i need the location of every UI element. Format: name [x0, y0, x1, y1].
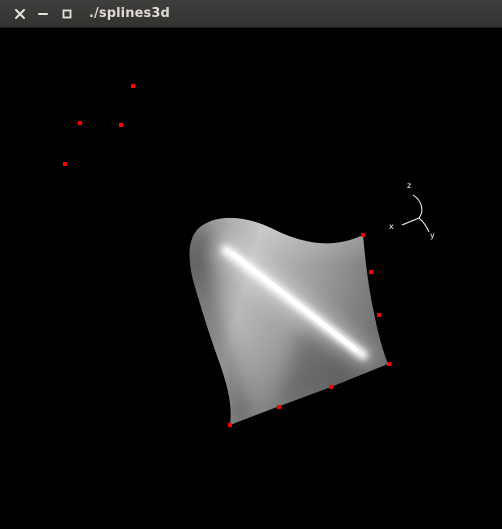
control-point[interactable]: [78, 121, 82, 125]
control-point[interactable]: [369, 270, 373, 274]
control-point[interactable]: [131, 84, 135, 88]
maximize-button[interactable]: [58, 5, 76, 23]
control-point[interactable]: [228, 423, 232, 427]
close-icon: [15, 9, 25, 19]
minimize-icon: [38, 13, 48, 15]
maximize-icon: [62, 9, 72, 19]
control-point[interactable]: [119, 123, 123, 127]
axis-label-z: z: [407, 181, 411, 190]
close-button[interactable]: [11, 5, 29, 23]
control-point[interactable]: [63, 162, 67, 166]
spline-surface[interactable]: [181, 208, 401, 438]
control-point[interactable]: [329, 385, 333, 389]
axis-gizmo: x z y: [389, 181, 435, 240]
window-title: ./splines3d: [89, 6, 170, 21]
scene[interactable]: x z y: [1, 28, 501, 528]
axis-label-y: y: [430, 231, 435, 240]
control-point[interactable]: [277, 405, 281, 409]
control-point[interactable]: [361, 233, 365, 237]
minimize-button[interactable]: [34, 5, 52, 23]
app-window: ./splines3d x z y: [0, 0, 502, 529]
control-point[interactable]: [387, 362, 391, 366]
axis-label-x: x: [389, 222, 394, 231]
control-point[interactable]: [377, 313, 381, 317]
title-bar[interactable]: ./splines3d: [0, 0, 502, 28]
gl-viewport[interactable]: x z y: [1, 28, 501, 528]
